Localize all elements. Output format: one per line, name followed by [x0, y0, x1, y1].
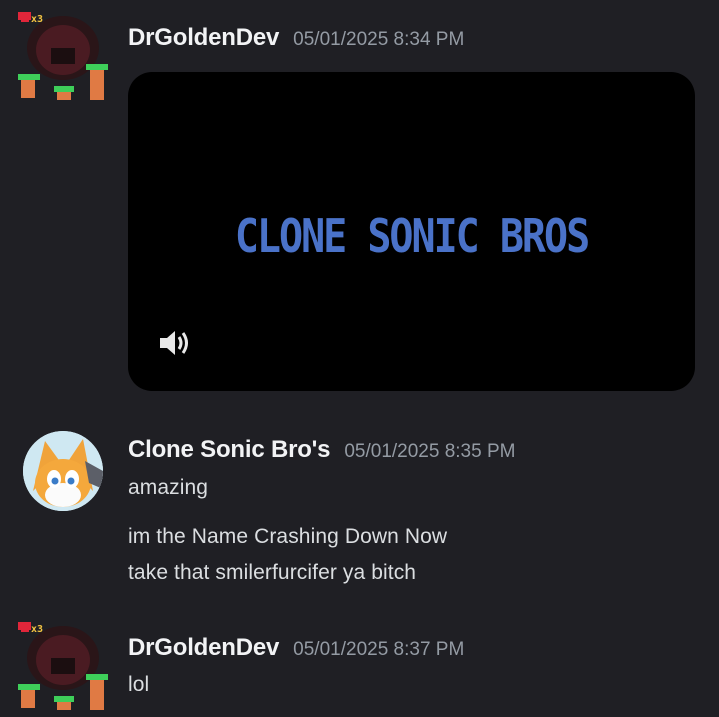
tails-avatar-icon [23, 431, 103, 511]
avatar[interactable] [23, 431, 103, 511]
speaker-icon[interactable] [158, 328, 192, 358]
author-name[interactable]: Clone Sonic Bro's [128, 436, 331, 463]
author-name[interactable]: DrGoldenDev [128, 24, 279, 51]
message-text: take that smilerfurcifer ya bitch [128, 561, 417, 584]
message-header: DrGoldenDev 05/01/2025 8:37 PM [128, 634, 464, 662]
timestamp: 05/01/2025 8:34 PM [293, 29, 465, 50]
pixel-character-avatar-icon: x3 [18, 12, 108, 100]
message-header: Clone Sonic Bro's 05/01/2025 8:35 PM [128, 436, 515, 464]
message-text: im the Name Crashing Down Now [128, 525, 448, 548]
message-text: lol [128, 673, 150, 696]
pixel-character-avatar-icon: x3 [18, 622, 108, 710]
author-name[interactable]: DrGoldenDev [128, 634, 279, 661]
avatar[interactable]: x3 [18, 622, 108, 712]
avatar[interactable]: x3 [18, 12, 108, 102]
timestamp: 05/01/2025 8:37 PM [293, 639, 465, 660]
message-text: amazing [128, 476, 209, 499]
timestamp: 05/01/2025 8:35 PM [344, 441, 516, 462]
message-header: DrGoldenDev 05/01/2025 8:34 PM [128, 24, 464, 52]
video-title-text: CLONE SONIC BROS [234, 210, 590, 264]
video-attachment[interactable]: CLONE SONIC BROS [128, 72, 695, 391]
